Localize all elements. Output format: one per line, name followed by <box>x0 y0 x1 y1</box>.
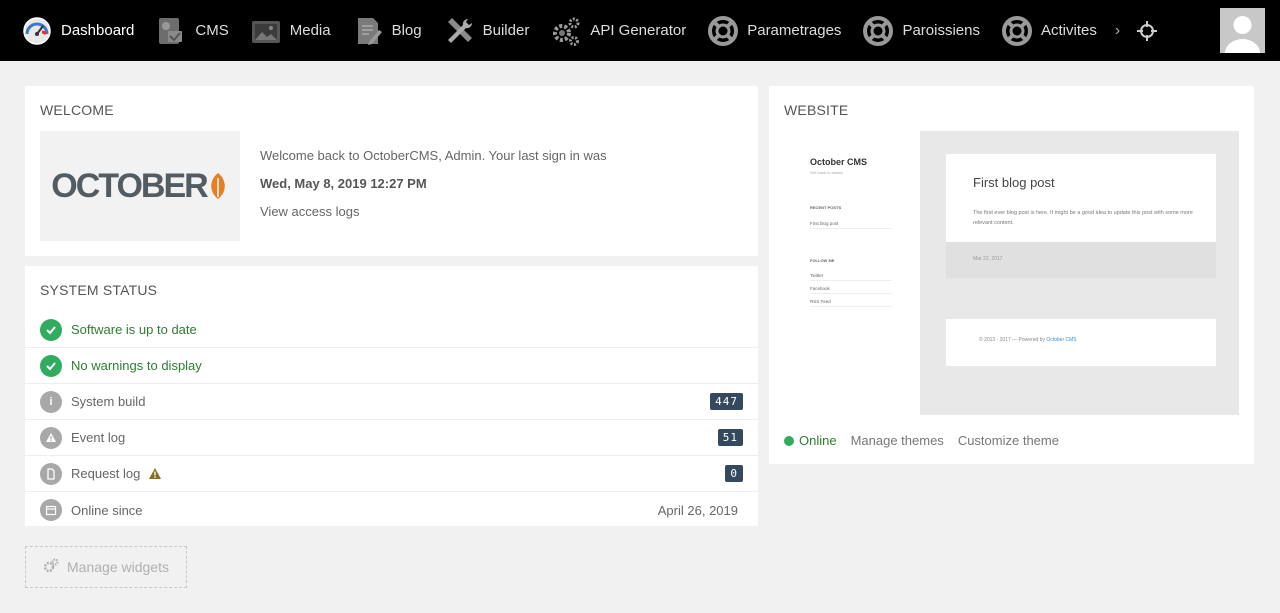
logo-text: OCTOBER <box>51 166 208 205</box>
theme-preview-image: October CMS Get back to basics RECENT PO… <box>784 131 1239 415</box>
status-row-warnings: No warnings to display <box>25 348 758 384</box>
nav-item-api-generator[interactable]: API Generator <box>529 0 686 61</box>
preview-sidebar: October CMS Get back to basics RECENT PO… <box>784 131 920 415</box>
welcome-widget: WELCOME OCTOBER Welcome back to OctoberC… <box>25 86 758 256</box>
nav-label: Blog <box>391 22 422 39</box>
crosshair-icon[interactable] <box>1136 20 1158 42</box>
nav-item-cms[interactable]: CMS <box>134 0 229 61</box>
preview-follow-link: RSS Feed <box>810 299 892 307</box>
welcome-message: Welcome back to OctoberCMS, Admin. Your … <box>260 148 607 163</box>
status-label: Software is up to date <box>71 322 197 337</box>
nav-item-activites[interactable]: Activites <box>980 0 1097 61</box>
preview-recent-item: First blog post <box>810 221 892 229</box>
status-row-event-log[interactable]: Event log 51 <box>25 420 758 456</box>
check-circle-icon <box>40 318 62 341</box>
last-signin-date: Wed, May 8, 2019 12:27 PM <box>260 176 427 191</box>
nav-item-parametrages[interactable]: Parametrages <box>686 0 841 61</box>
lifebuoy-icon <box>863 15 894 46</box>
preview-footer-link: October CMS <box>1046 337 1077 343</box>
file-circle-icon <box>40 462 62 485</box>
preview-post-card: First blog post The first ever blog post… <box>946 154 1216 242</box>
preview-footer-copyright: © 2013 - 2017 — Powered by <box>979 337 1045 343</box>
status-row-online-since: Online since April 26, 2019 <box>25 492 758 528</box>
check-circle-icon <box>40 354 62 377</box>
info-circle-icon: i <box>40 390 62 413</box>
nav-item-blog[interactable]: Blog <box>331 0 422 61</box>
nav-item-builder[interactable]: Builder <box>422 0 530 61</box>
lifebuoy-icon <box>1001 15 1032 46</box>
builder-tools-icon <box>444 16 474 46</box>
cms-icon <box>156 16 186 46</box>
nav-item-dashboard[interactable]: Dashboard <box>0 0 134 61</box>
preview-brand: October CMS <box>810 157 868 167</box>
preview-footer: © 2013 - 2017 — Powered by October CMS <box>946 319 1216 366</box>
nav-label: Paroissiens <box>902 22 980 39</box>
status-row-software: Software is up to date <box>25 312 758 348</box>
top-navigation-bar: Dashboard CMS Media Blog Builder API Gen… <box>0 0 1280 61</box>
october-logo: OCTOBER <box>40 131 240 241</box>
view-access-logs-link[interactable]: View access logs <box>260 204 359 219</box>
preview-post-meta: Mar 22, 2017 <box>946 242 1216 278</box>
gears-icon <box>43 558 59 577</box>
calendar-circle-icon <box>40 499 62 521</box>
welcome-title: WELCOME <box>40 102 114 118</box>
manage-themes-link[interactable]: Manage themes <box>851 433 944 448</box>
online-status-dot <box>784 435 794 446</box>
preview-follow-link: Facebook <box>810 286 892 294</box>
preview-post-title: First blog post <box>973 175 1055 190</box>
blog-icon <box>353 16 383 46</box>
leaf-icon <box>210 173 225 199</box>
preview-content: First blog post The first ever blog post… <box>920 131 1239 415</box>
preview-footer-text: © 2013 - 2017 — Powered by October CMS <box>979 337 1077 343</box>
preview-follow-link: Twitter <box>810 273 892 281</box>
nav-item-media[interactable]: Media <box>229 0 331 61</box>
preview-recent-heading: RECENT POSTS <box>810 205 842 210</box>
status-row-system-build[interactable]: i System build 447 <box>25 384 758 420</box>
media-icon <box>251 16 281 46</box>
nav-label: Dashboard <box>61 22 135 39</box>
system-build-badge: 447 <box>710 393 743 410</box>
manage-widgets-button[interactable]: Manage widgets <box>25 546 187 588</box>
nav-label: Parametrages <box>747 22 842 39</box>
nav-label: Builder <box>482 22 530 39</box>
nav-label: Activites <box>1040 22 1097 39</box>
online-since-date: April 26, 2019 <box>657 502 738 518</box>
request-log-badge: 0 <box>725 465 743 482</box>
warning-circle-icon <box>40 426 62 449</box>
system-status-title: SYSTEM STATUS <box>40 282 158 298</box>
preview-follow-heading: FOLLOW ME <box>810 258 835 263</box>
status-label: No warnings to display <box>71 358 202 373</box>
system-status-widget: SYSTEM STATUS Software is up to date No … <box>25 266 758 526</box>
warning-triangle-icon <box>148 467 162 481</box>
manage-widgets-label: Manage widgets <box>67 559 169 575</box>
dashboard-gauge-icon <box>22 16 52 46</box>
status-label: System build <box>71 394 146 409</box>
nav-label: CMS <box>195 22 229 39</box>
website-title: WEBSITE <box>784 102 849 118</box>
lifebuoy-icon <box>708 15 739 46</box>
nav-item-paroissiens[interactable]: Paroissiens <box>841 0 980 61</box>
preview-post-text: The first ever blog post is here. It mig… <box>973 210 1193 226</box>
event-log-badge: 51 <box>717 429 743 446</box>
status-label: Online since <box>71 502 143 518</box>
website-actions: Online Manage themes Customize theme <box>784 433 1073 448</box>
user-silhouette-icon <box>1220 8 1265 53</box>
customize-theme-link[interactable]: Customize theme <box>958 433 1059 448</box>
nav-label: API Generator <box>590 22 687 39</box>
website-widget: WEBSITE October CMS Get back to basics R… <box>769 86 1254 464</box>
user-avatar[interactable] <box>1220 8 1265 53</box>
nav-label: Media <box>289 22 331 39</box>
status-label: Event log <box>71 430 126 445</box>
status-label: Request log <box>71 466 141 481</box>
status-list: Software is up to date No warnings to di… <box>25 312 758 528</box>
preview-tagline: Get back to basics <box>810 170 843 175</box>
online-status-label: Online <box>799 433 837 448</box>
status-row-request-log[interactable]: Request log 0 <box>25 456 758 492</box>
nav-more-chevron-icon[interactable]: › <box>1115 22 1120 40</box>
gears-icon <box>551 16 581 46</box>
preview-post-date: Mar 22, 2017 <box>973 256 1003 262</box>
